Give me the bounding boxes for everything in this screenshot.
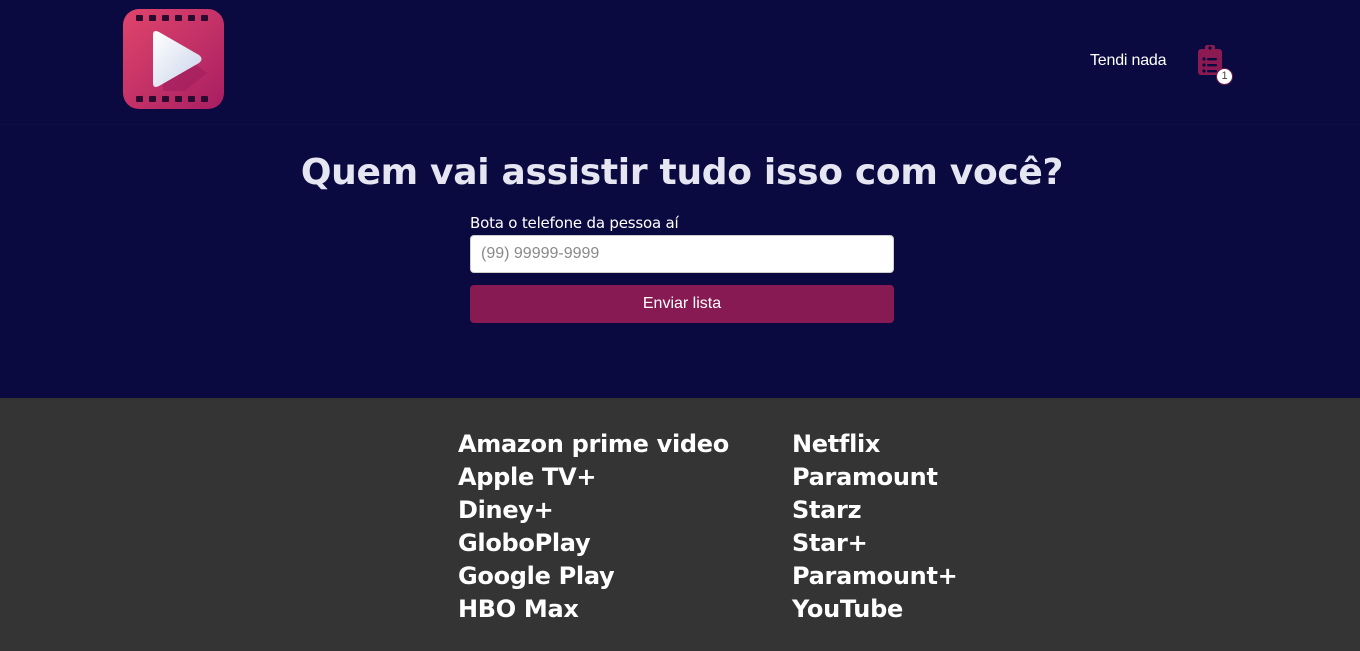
page-title: Quem vai assistir tudo isso com você? bbox=[300, 152, 1064, 193]
site-header: Tendi nada 1 bbox=[0, 0, 1360, 125]
streaming-link[interactable]: Netflix bbox=[792, 428, 957, 461]
phone-input[interactable] bbox=[470, 235, 894, 273]
streaming-link[interactable]: Apple TV+ bbox=[458, 461, 729, 494]
nav-tendi-nada-link[interactable]: Tendi nada bbox=[1090, 52, 1166, 70]
watchlist-button[interactable]: 1 bbox=[1197, 44, 1237, 88]
streaming-link[interactable]: Google Play bbox=[458, 560, 729, 593]
streaming-link[interactable]: YouTube bbox=[792, 593, 957, 626]
streaming-link[interactable]: Amazon prime video bbox=[458, 428, 729, 461]
streaming-link[interactable]: Paramount bbox=[792, 461, 957, 494]
streaming-link[interactable]: Star+ bbox=[792, 527, 957, 560]
streaming-link[interactable]: GloboPlay bbox=[458, 527, 729, 560]
phone-label: Bota o telefone da pessoa aí bbox=[470, 214, 679, 232]
streaming-link[interactable]: Starz bbox=[792, 494, 957, 527]
send-list-button[interactable]: Enviar lista bbox=[470, 285, 894, 323]
streaming-list-right: Netflix Paramount Starz Star+ Paramount+… bbox=[792, 428, 958, 626]
logo-play-film-icon[interactable] bbox=[123, 9, 224, 109]
share-list-form: Bota o telefone da pessoa aí Enviar list… bbox=[470, 214, 894, 323]
streaming-link[interactable]: Paramount+ bbox=[792, 560, 958, 593]
watchlist-count-badge: 1 bbox=[1216, 68, 1233, 85]
streaming-link[interactable]: HBO Max bbox=[458, 593, 729, 626]
streaming-link[interactable]: Diney+ bbox=[458, 494, 729, 527]
site-footer: Amazon prime video Apple TV+ Diney+ Glob… bbox=[0, 398, 1360, 651]
streaming-list-left: Amazon prime video Apple TV+ Diney+ Glob… bbox=[458, 428, 729, 626]
